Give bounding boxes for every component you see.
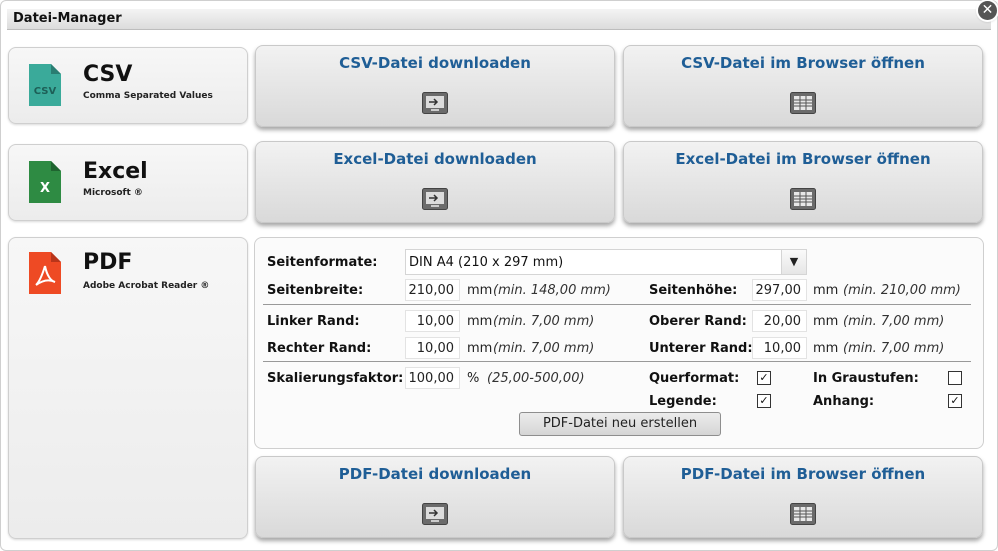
page-width-label: Seitenbreite: — [267, 283, 364, 298]
bottom-margin-label: Unterer Rand: — [649, 341, 753, 356]
pdf-subtitle: Adobe Acrobat Reader ® — [83, 281, 210, 291]
excel-open-browser-button[interactable]: Excel-Datei im Browser öffnen — [623, 141, 983, 223]
csv-open-label: CSV-Datei im Browser öffnen — [681, 54, 925, 72]
title-bar: Datei-Manager — [7, 9, 991, 30]
top-margin-unit: mm — [813, 314, 839, 329]
right-margin-hint: (min. 7,00 mm) — [493, 341, 595, 356]
left-margin-unit: mm — [467, 314, 493, 329]
top-margin-hint: (min. 7,00 mm) — [843, 314, 945, 329]
pdf-info-card: PDF Adobe Acrobat Reader ® — [8, 237, 248, 539]
excel-file-icon: X — [29, 161, 61, 203]
scale-factor-label: Skalierungsfaktor: — [267, 371, 404, 386]
left-margin-label: Linker Rand: — [267, 314, 360, 329]
pdf-settings-panel: Seitenformate: DIN A4 (210 x 297 mm) ▼ S… — [254, 237, 984, 449]
landscape-label: Querformat: — [649, 371, 740, 386]
attachment-checkbox[interactable]: ✓ — [948, 394, 962, 408]
attachment-label: Anhang: — [813, 394, 875, 409]
grayscale-checkbox[interactable] — [948, 371, 962, 385]
legend-checkbox[interactable]: ✓ — [757, 394, 771, 408]
browser-table-icon — [790, 188, 816, 210]
pdf-open-label: PDF-Datei im Browser öffnen — [680, 465, 926, 483]
pdf-title: PDF — [83, 250, 133, 275]
download-to-screen-icon — [422, 92, 448, 114]
csv-title: CSV — [83, 62, 133, 87]
page-width-input[interactable]: 210,00 — [405, 279, 460, 301]
scale-factor-hint: (25,00-500,00) — [487, 371, 585, 386]
right-margin-label: Rechter Rand: — [267, 341, 372, 356]
svg-text:CSV: CSV — [34, 86, 57, 97]
page-height-label: Seitenhöhe: — [649, 283, 738, 298]
scale-factor-unit: % — [467, 371, 480, 386]
excel-open-label: Excel-Datei im Browser öffnen — [675, 150, 931, 168]
excel-info-card: X Excel Microsoft ® — [8, 144, 248, 221]
landscape-checkbox[interactable]: ✓ — [757, 371, 771, 385]
page-format-value: DIN A4 (210 x 297 mm) — [409, 255, 564, 270]
window-title: Datei-Manager — [13, 11, 122, 26]
legend-label: Legende: — [649, 394, 717, 409]
excel-title: Excel — [83, 159, 148, 184]
top-margin-label: Oberer Rand: — [649, 314, 747, 329]
left-margin-input[interactable]: 10,00 — [405, 310, 460, 332]
browser-table-icon — [790, 92, 816, 114]
divider — [263, 304, 971, 305]
pdf-open-browser-button[interactable]: PDF-Datei im Browser öffnen — [623, 456, 983, 538]
pdf-file-icon — [29, 252, 61, 294]
csv-download-label: CSV-Datei downloaden — [339, 54, 531, 72]
csv-info-card: CSV CSV Comma Separated Values — [8, 47, 248, 124]
page-width-hint: (min. 148,00 mm) — [493, 283, 611, 298]
rebuild-pdf-button[interactable]: PDF-Datei neu erstellen — [519, 412, 721, 436]
csv-file-icon: CSV — [29, 64, 61, 106]
scale-factor-input[interactable]: 100,00 — [405, 367, 460, 389]
csv-subtitle: Comma Separated Values — [83, 91, 213, 101]
top-margin-input[interactable]: 20,00 — [752, 310, 807, 332]
right-margin-input[interactable]: 10,00 — [405, 337, 460, 359]
page-format-label: Seitenformate: — [267, 255, 378, 270]
browser-table-icon — [790, 503, 816, 525]
download-to-screen-icon — [422, 503, 448, 525]
file-manager-window: Datei-Manager ✕ CSV CSV Comma Separated … — [0, 0, 998, 551]
bottom-margin-unit: mm — [813, 341, 839, 356]
page-height-hint: (min. 210,00 mm) — [843, 283, 961, 298]
page-height-unit: mm — [813, 283, 839, 298]
csv-download-button[interactable]: CSV-Datei downloaden — [255, 45, 615, 127]
svg-text:X: X — [40, 181, 50, 196]
excel-download-button[interactable]: Excel-Datei downloaden — [255, 141, 615, 223]
left-margin-hint: (min. 7,00 mm) — [493, 314, 595, 329]
download-to-screen-icon — [422, 188, 448, 210]
page-height-input[interactable]: 297,00 — [752, 279, 807, 301]
grayscale-label: In Graustufen: — [813, 371, 919, 386]
close-icon[interactable]: ✕ — [978, 1, 997, 20]
right-margin-unit: mm — [467, 341, 493, 356]
page-width-unit: mm — [467, 283, 493, 298]
excel-download-label: Excel-Datei downloaden — [333, 150, 537, 168]
pdf-download-label: PDF-Datei downloaden — [338, 465, 532, 483]
bottom-margin-hint: (min. 7,00 mm) — [843, 341, 945, 356]
csv-open-browser-button[interactable]: CSV-Datei im Browser öffnen — [623, 45, 983, 127]
chevron-down-icon[interactable]: ▼ — [781, 250, 806, 274]
bottom-margin-input[interactable]: 10,00 — [752, 337, 807, 359]
page-format-select[interactable]: DIN A4 (210 x 297 mm) ▼ — [405, 249, 807, 275]
excel-subtitle: Microsoft ® — [83, 188, 143, 198]
pdf-download-button[interactable]: PDF-Datei downloaden — [255, 456, 615, 538]
divider — [263, 361, 971, 362]
